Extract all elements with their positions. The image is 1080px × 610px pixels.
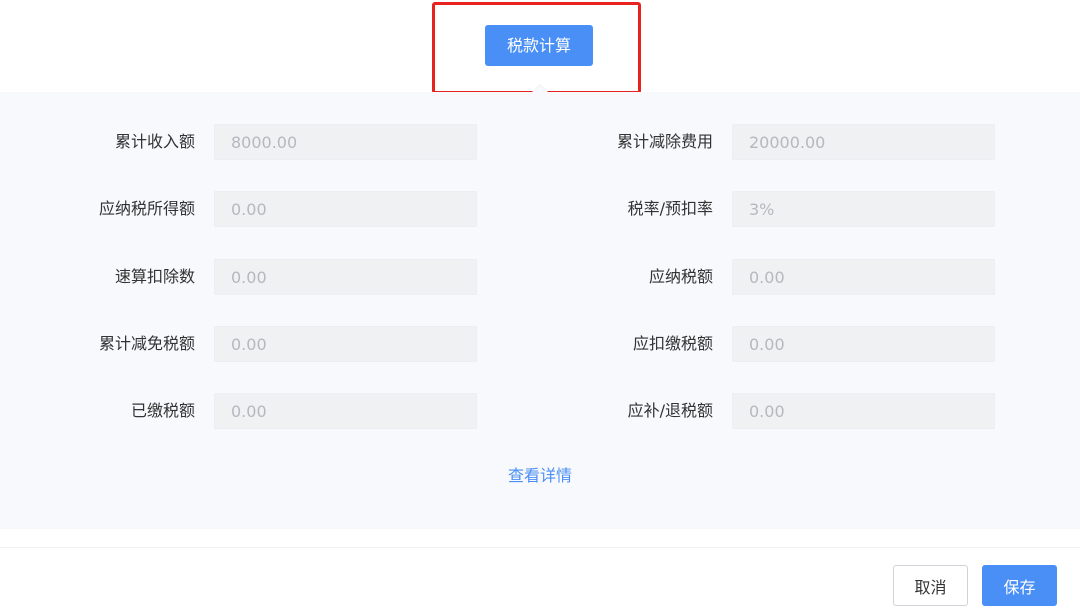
cumulative-income-label: 累计收入额 [114, 132, 195, 151]
cumulative-deduction-field[interactable] [732, 124, 995, 160]
view-details-link[interactable]: 查看详情 [0, 462, 1080, 486]
form-row-5: 已缴税额 应补/退税额 [0, 393, 1080, 429]
tax-paid-label: 已缴税额 [130, 401, 195, 420]
tax-refund-label: 应补/退税额 [627, 401, 713, 420]
footer-divider [0, 547, 1080, 548]
tax-payable-label: 应纳税额 [648, 267, 713, 286]
form-row-2: 应纳税所得额 税率/预扣率 [0, 191, 1080, 227]
taxable-income-field[interactable] [214, 191, 477, 227]
tax-calc-dialog: 税款计算 累计收入额 累计减除费用 应纳税所得额 税率/预扣率 速算扣除数 应纳… [0, 0, 1080, 610]
highlight-box [432, 2, 641, 94]
form-row-1: 累计收入额 累计减除费用 [0, 124, 1080, 160]
tax-withholding-label: 应扣缴税额 [632, 334, 713, 353]
cancel-button[interactable]: 取消 [893, 565, 968, 606]
form-row-3: 速算扣除数 应纳税额 [0, 259, 1080, 295]
quick-deduction-label: 速算扣除数 [114, 267, 195, 286]
cumulative-deduction-label: 累计减除费用 [616, 132, 713, 151]
tax-paid-field[interactable] [214, 393, 477, 429]
form-row-4: 累计减免税额 应扣缴税额 [0, 326, 1080, 362]
cumulative-income-field[interactable] [214, 124, 477, 160]
tax-payable-field[interactable] [732, 259, 995, 295]
quick-deduction-field[interactable] [214, 259, 477, 295]
tax-withholding-field[interactable] [732, 326, 995, 362]
save-button[interactable]: 保存 [982, 565, 1057, 606]
tax-exemption-field[interactable] [214, 326, 477, 362]
panel-arrow-icon [532, 84, 548, 92]
tax-rate-label: 税率/预扣率 [627, 199, 713, 218]
tax-exemption-label: 累计减免税额 [98, 334, 195, 353]
tax-refund-field[interactable] [732, 393, 995, 429]
taxable-income-label: 应纳税所得额 [98, 199, 195, 218]
result-panel: 累计收入额 累计减除费用 应纳税所得额 税率/预扣率 速算扣除数 应纳税额 累计… [0, 92, 1080, 529]
tax-rate-field[interactable] [732, 191, 995, 227]
